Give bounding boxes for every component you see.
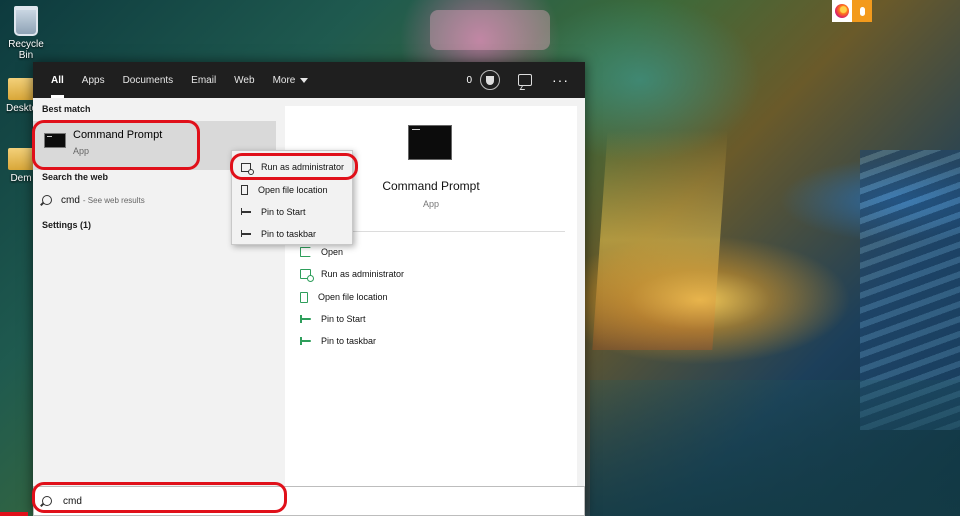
search-input[interactable] [63, 495, 363, 507]
search-menu: All Apps Documents Email Web More 0 ··· … [33, 62, 585, 516]
file-location-icon [241, 185, 248, 195]
action-pin-to-taskbar[interactable]: Pin to taskbar [300, 334, 376, 348]
ctx-pin-to-taskbar[interactable]: Pin to taskbar [232, 223, 352, 245]
search-icon [42, 195, 52, 205]
settings-heading[interactable]: Settings (1) [42, 220, 91, 230]
wallpaper-street [590, 380, 960, 516]
desktop-folder-label: Deskto [6, 103, 36, 114]
tab-apps[interactable]: Apps [73, 62, 114, 98]
best-match-title: Command Prompt [73, 129, 163, 141]
more-options-icon[interactable]: ··· [552, 72, 569, 88]
open-icon [300, 247, 311, 257]
pin-icon [241, 209, 251, 215]
ctx-run-as-admin[interactable]: Run as administrator [232, 156, 352, 178]
tab-web[interactable]: Web [225, 62, 263, 98]
command-prompt-icon [44, 133, 66, 148]
action-open[interactable]: Open [300, 245, 343, 259]
web-result-suffix: - See web results [82, 195, 145, 205]
action-open-file-location[interactable]: Open file location [300, 290, 388, 304]
search-icon [42, 496, 52, 506]
firefox-icon[interactable] [832, 0, 852, 22]
search-box[interactable] [33, 486, 585, 516]
highlight-start-button [0, 512, 28, 516]
web-query: cmd [61, 194, 80, 206]
pin-icon [241, 231, 251, 237]
wallpaper-light [592, 130, 728, 350]
pinned-tray [832, 0, 872, 22]
wallpaper-shutters [860, 150, 960, 430]
action-pin-to-start-label: Pin to Start [321, 314, 366, 324]
action-pin-to-taskbar-label: Pin to taskbar [321, 336, 377, 346]
ctx-pin-to-taskbar-label: Pin to taskbar [261, 229, 317, 239]
feedback-icon[interactable] [518, 74, 532, 86]
action-open-label: Open [321, 247, 344, 257]
ctx-run-as-admin-label: Run as administrator [261, 162, 345, 172]
demo-folder-label: Dem [10, 173, 32, 184]
folder-icon [8, 78, 34, 100]
recycle-bin-icon [14, 6, 38, 36]
action-open-file-location-label: Open file location [318, 292, 388, 302]
ctx-pin-to-start[interactable]: Pin to Start [232, 201, 352, 223]
tab-more-label: More [272, 74, 296, 86]
pin-icon [300, 337, 311, 345]
web-result-item[interactable]: cmd - See web results [42, 192, 145, 208]
demo-folder-shortcut[interactable]: Dem [6, 148, 36, 184]
ctx-open-file-location[interactable]: Open file location [232, 179, 352, 201]
pin-icon [300, 315, 311, 323]
topbar-actions: 0 ··· [466, 62, 585, 98]
trophy-icon[interactable] [480, 70, 500, 90]
file-location-icon [300, 291, 308, 303]
rewards-points: 0 [466, 74, 472, 86]
tab-documents[interactable]: Documents [114, 62, 183, 98]
search-web-heading: Search the web [42, 172, 109, 182]
recycle-bin-label: Recycle Bin [8, 39, 44, 61]
search-filter-bar: All Apps Documents Email Web More 0 ··· [33, 62, 585, 98]
desktop-folder-shortcut[interactable]: Deskto [6, 78, 36, 114]
microphone-icon[interactable] [852, 0, 872, 22]
recycle-bin-shortcut[interactable]: Recycle Bin [2, 6, 50, 61]
ctx-open-file-location-label: Open file location [258, 185, 328, 195]
admin-shield-icon [241, 162, 254, 175]
action-run-as-admin-label: Run as administrator [321, 269, 405, 279]
admin-shield-icon [300, 269, 314, 282]
best-match-heading: Best match [42, 104, 91, 114]
best-match-subtitle: App [73, 146, 90, 156]
ctx-pin-to-start-label: Pin to Start [261, 207, 306, 217]
context-menu: Run as administrator Open file location … [231, 150, 353, 245]
tab-more[interactable]: More [264, 62, 318, 98]
command-prompt-icon [408, 125, 452, 160]
chevron-down-icon [300, 78, 309, 83]
folder-icon [8, 148, 34, 170]
wallpaper-sign [430, 10, 550, 50]
tab-email[interactable]: Email [182, 62, 225, 98]
tab-all[interactable]: All [33, 62, 73, 98]
action-pin-to-start[interactable]: Pin to Start [300, 312, 366, 326]
action-run-as-admin[interactable]: Run as administrator [300, 267, 405, 282]
